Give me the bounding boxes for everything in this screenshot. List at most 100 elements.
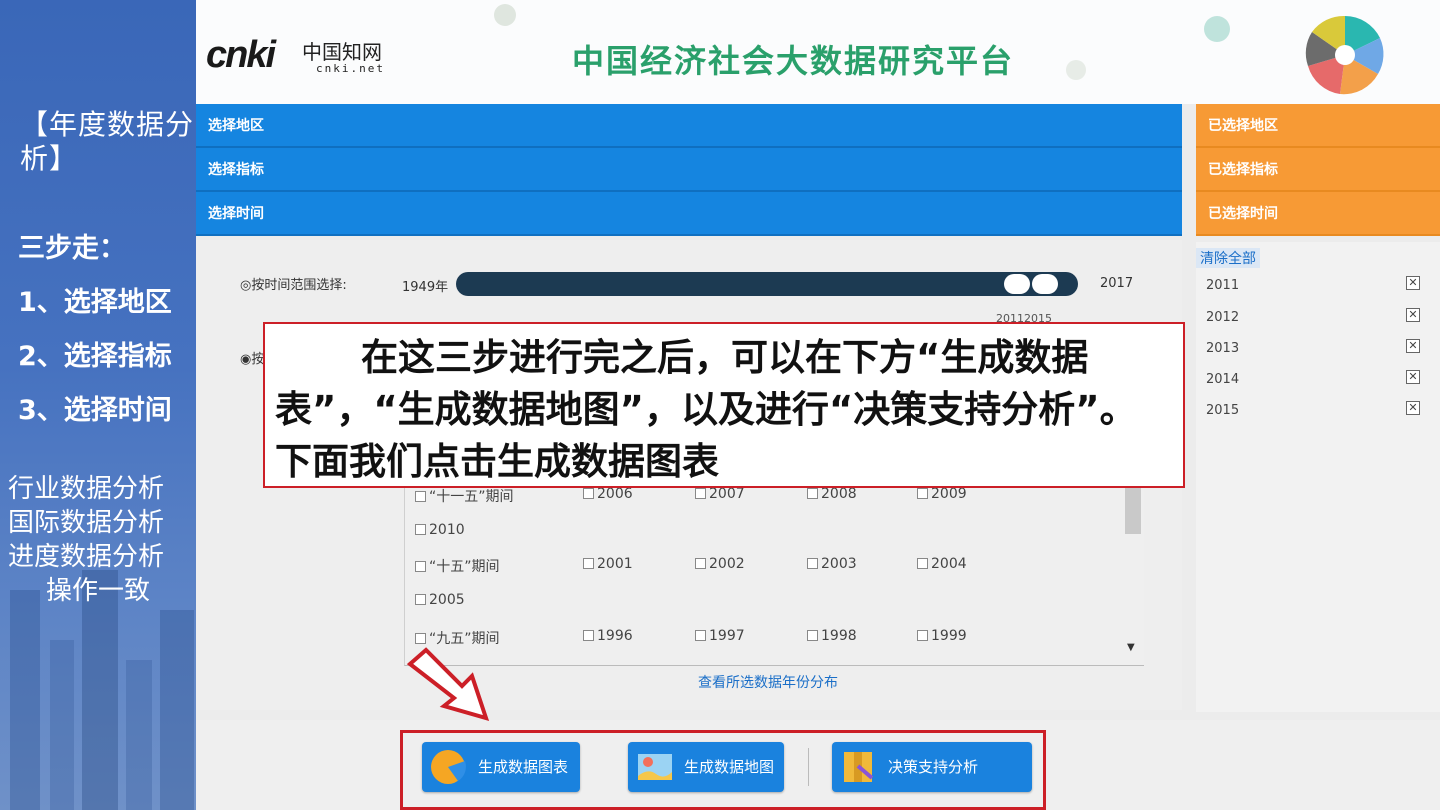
checkbox[interactable] — [917, 558, 928, 569]
checkbox[interactable] — [415, 491, 426, 502]
year-label: 2008 — [821, 486, 857, 502]
period-label: “十一五”期间 — [429, 489, 514, 505]
remove-year-icon[interactable]: ✕ — [1406, 308, 1420, 322]
selected-indicator-bar[interactable]: 已选择指标 — [1196, 148, 1440, 192]
select-region-bar[interactable]: 选择地区 — [196, 104, 1182, 148]
cnki-logo[interactable]: cnki 中国知网 cnki.net — [206, 30, 416, 80]
slider-handle-end[interactable] — [1032, 274, 1058, 294]
toolbox-icon — [844, 752, 874, 782]
step-item: 2、选择指标 — [18, 341, 172, 372]
scrollbar-thumb[interactable] — [1125, 480, 1141, 534]
selected-region-bar[interactable]: 已选择地区 — [1196, 104, 1440, 148]
year-label: 2003 — [821, 556, 857, 572]
checkbox[interactable] — [695, 630, 706, 641]
checkbox[interactable] — [807, 558, 818, 569]
year-label: 2009 — [931, 486, 967, 502]
pie-chart-icon — [431, 750, 466, 784]
slider-start-label: 1949年 — [402, 280, 449, 295]
pie-chart-decoration-icon — [1305, 15, 1384, 95]
selection-column: 选择地区 选择指标 选择时间 — [196, 104, 1182, 236]
selected-year: 2012 — [1206, 310, 1240, 325]
year-range-slider[interactable] — [456, 272, 1078, 296]
checkbox[interactable] — [415, 633, 426, 644]
checkbox[interactable] — [807, 488, 818, 499]
checkbox[interactable] — [583, 558, 594, 569]
period-radio[interactable]: ◉按 — [240, 348, 264, 367]
checkbox[interactable] — [415, 524, 426, 535]
view-year-distribution-link[interactable]: 查看所选数据年份分布 — [698, 672, 838, 692]
other-analyses-note: 行业数据分析 国际数据分析 进度数据分析 操作一致 — [8, 472, 196, 608]
generate-map-label: 生成数据地图 — [684, 758, 775, 776]
year-label: 2004 — [931, 556, 967, 572]
slider-handle-start[interactable] — [1004, 274, 1030, 294]
remove-year-icon[interactable]: ✕ — [1406, 401, 1420, 415]
selected-year: 2011 — [1206, 278, 1240, 293]
instruction-callout: 在这三步进行完之后，可以在下方“生成数据表”，“生成数据地图”，以及进行“决策支… — [263, 322, 1185, 488]
platform-title: 中国经济社会大数据研究平台 — [572, 42, 1015, 80]
year-label: 2010 — [429, 522, 465, 538]
callout-text: 在这三步进行完之后，可以在下方“生成数据表”，“生成数据地图”，以及进行“决策支… — [275, 336, 1137, 483]
year-label: 2001 — [597, 556, 633, 572]
generate-map-button[interactable]: 生成数据地图 — [628, 742, 784, 792]
step-item: 3、选择时间 — [18, 395, 172, 426]
year-label: 1998 — [821, 628, 857, 644]
checkbox[interactable] — [415, 561, 426, 572]
checkbox[interactable] — [415, 594, 426, 605]
year-label: 2002 — [709, 556, 745, 572]
remove-year-icon[interactable]: ✕ — [1406, 276, 1420, 290]
checkbox[interactable] — [807, 630, 818, 641]
year-label: 1997 — [709, 628, 745, 644]
decor-circle — [1066, 60, 1086, 80]
map-image-icon — [638, 754, 672, 780]
selected-time-panel: 清除全部 2011 ✕ 2012 ✕ 2013 ✕ 2014 ✕ 2015 ✕ — [1196, 242, 1440, 712]
range-radio-label: 按时间范围选择: — [251, 278, 347, 293]
note-line: 操作一致 — [46, 576, 151, 606]
decor-circle — [494, 4, 516, 26]
selected-year: 2015 — [1206, 403, 1240, 418]
year-label: 1999 — [931, 628, 967, 644]
slider-end-label: 2017 — [1100, 276, 1134, 291]
checkbox[interactable] — [583, 630, 594, 641]
note-line: 国际数据分析 — [8, 508, 165, 538]
year-label: 1996 — [597, 628, 633, 644]
year-checkbox-list: “十一五”期间 2006 2007 2008 2009 2010 “十五”期间 … — [404, 480, 1144, 666]
slide-left-panel: 【年度数据分析】 三步走： 1、选择地区 2、选择指标 3、选择时间 行业数据分… — [0, 0, 200, 810]
steps-heading: 三步走： — [18, 233, 126, 264]
note-line: 行业数据分析 — [8, 474, 165, 504]
remove-year-icon[interactable]: ✕ — [1406, 370, 1420, 384]
checkbox[interactable] — [695, 558, 706, 569]
checkbox[interactable] — [917, 488, 928, 499]
checkbox[interactable] — [695, 488, 706, 499]
logo-chinese: 中国知网 — [302, 40, 382, 64]
select-indicator-bar[interactable]: 选择指标 — [196, 148, 1182, 192]
clear-all-link[interactable]: 清除全部 — [1196, 248, 1260, 268]
decision-support-button[interactable]: 决策支持分析 — [832, 742, 1032, 792]
checkbox[interactable] — [583, 488, 594, 499]
generate-chart-label: 生成数据图表 — [478, 758, 569, 776]
steps-list: 三步走： 1、选择地区 2、选择指标 3、选择时间 — [18, 230, 200, 446]
app-header: cnki 中国知网 cnki.net 中国经济社会大数据研究平台 — [196, 0, 1440, 104]
selected-time-bar[interactable]: 已选择时间 — [1196, 192, 1440, 236]
logo-url: cnki.net — [316, 62, 385, 75]
selected-year: 2014 — [1206, 372, 1240, 387]
selected-year: 2013 — [1206, 341, 1240, 356]
range-radio[interactable]: ◎按时间范围选择: — [240, 274, 347, 293]
year-label: 2007 — [709, 486, 745, 502]
year-label: 2005 — [429, 592, 465, 608]
logo-wordmark: cnki — [206, 34, 276, 76]
year-label: 2006 — [597, 486, 633, 502]
remove-year-icon[interactable]: ✕ — [1406, 339, 1420, 353]
period-label: “十五”期间 — [429, 559, 500, 575]
step-item: 1、选择地区 — [18, 287, 172, 318]
slide-title: 【年度数据分析】 — [20, 108, 195, 175]
generate-chart-button[interactable]: 生成数据图表 — [422, 742, 580, 792]
pointer-arrow-icon — [406, 647, 490, 721]
select-time-bar[interactable]: 选择时间 — [196, 192, 1182, 236]
note-line: 进度数据分析 — [8, 542, 165, 572]
checkbox[interactable] — [917, 630, 928, 641]
button-divider — [808, 748, 809, 786]
scroll-down-icon[interactable]: ▼ — [1127, 642, 1135, 653]
decor-circle — [1204, 16, 1230, 42]
decision-support-label: 决策支持分析 — [888, 758, 979, 776]
selected-column: 已选择地区 已选择指标 已选择时间 清除全部 2011 ✕ 2012 ✕ 201… — [1196, 104, 1440, 712]
